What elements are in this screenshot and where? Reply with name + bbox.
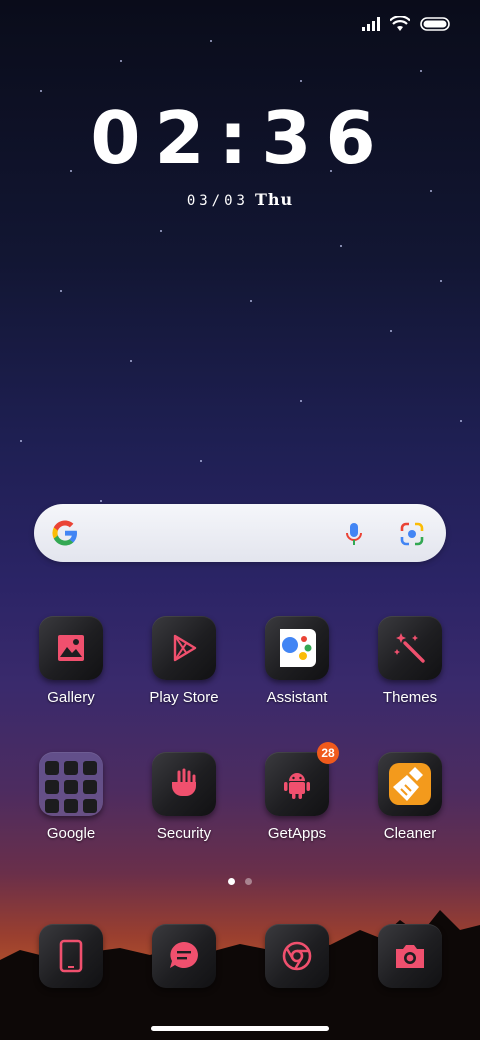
play-icon: [173, 634, 197, 662]
camera-lens-icon[interactable]: [398, 520, 426, 548]
app-label: Cleaner: [383, 825, 437, 842]
google-search-bar[interactable]: [34, 504, 446, 562]
battery-icon: [420, 17, 450, 31]
broom-icon: [389, 763, 431, 805]
app-label: Themes: [382, 689, 438, 706]
google-logo-icon: [52, 520, 77, 546]
dock-phone[interactable]: [21, 924, 121, 988]
image-icon: [58, 635, 84, 661]
notification-badge: 28: [317, 742, 339, 764]
magic-wand-icon: [394, 633, 425, 663]
camera-icon: [396, 945, 424, 968]
page-dot-active[interactable]: [228, 878, 235, 885]
clock-date: 03/03 Thu: [0, 190, 480, 209]
app-label: Play Store: [149, 689, 219, 706]
app-gallery[interactable]: Gallery: [21, 616, 121, 706]
home-gesture-bar[interactable]: [151, 1026, 329, 1031]
dock-browser[interactable]: [247, 924, 347, 988]
clock-widget[interactable]: 02:36 03/03 Thu: [0, 98, 480, 209]
app-play-store[interactable]: Play Store: [134, 616, 234, 706]
app-label: Security: [156, 825, 212, 842]
assistant-icon: [280, 629, 316, 667]
shield-icon: [172, 768, 196, 796]
app-label: Assistant: [266, 689, 328, 706]
dock-messages[interactable]: [134, 924, 234, 988]
android-icon: [284, 773, 310, 799]
dock-camera[interactable]: [360, 924, 460, 988]
app-folder-google[interactable]: Google: [21, 752, 121, 842]
date-text: 03/03: [186, 193, 249, 209]
page-indicator[interactable]: [0, 878, 480, 885]
clock-time: 02:36: [90, 96, 390, 180]
status-bar: [362, 16, 450, 32]
app-themes[interactable]: Themes: [360, 616, 460, 706]
app-cleaner[interactable]: Cleaner: [360, 752, 460, 842]
phone-icon: [59, 939, 83, 973]
folder-icon: [39, 752, 103, 816]
weekday-text: Thu: [254, 190, 294, 209]
chrome-icon: [282, 941, 312, 971]
app-security[interactable]: Security: [134, 752, 234, 842]
wifi-icon: [390, 16, 410, 31]
app-assistant[interactable]: Assistant: [247, 616, 347, 706]
app-label: Google: [46, 825, 96, 842]
signal-icon: [362, 17, 380, 31]
microphone-icon[interactable]: [340, 520, 368, 548]
app-label: Gallery: [47, 689, 95, 706]
message-icon: [170, 942, 198, 968]
page-dot[interactable]: [245, 878, 252, 885]
app-label: GetApps: [267, 825, 327, 842]
app-getapps[interactable]: 28 GetApps: [247, 742, 347, 842]
